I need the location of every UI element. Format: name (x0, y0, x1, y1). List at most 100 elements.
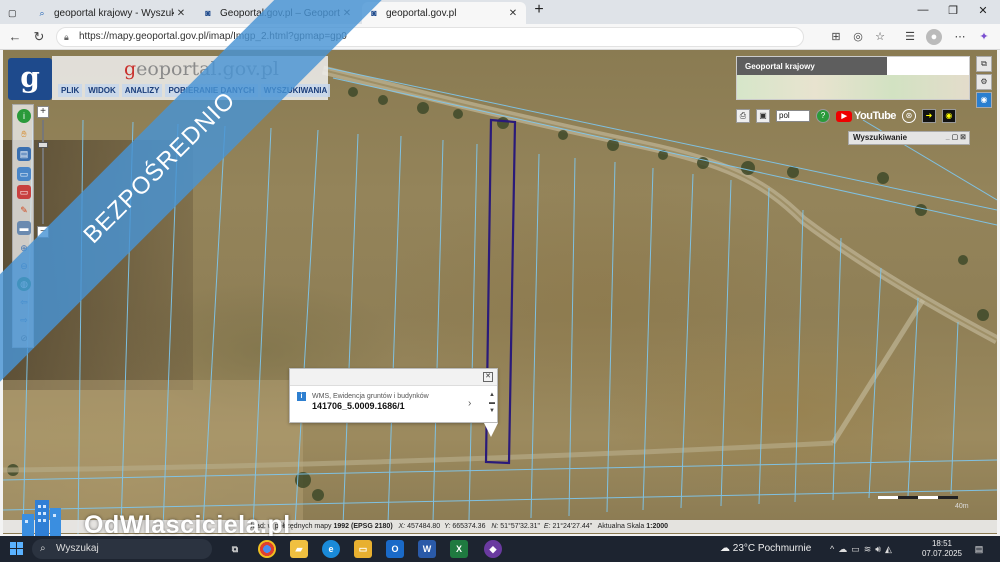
geoportal-logo[interactable]: g (8, 58, 52, 100)
notifications-icon[interactable]: ▤ (972, 542, 986, 556)
close-tab-icon[interactable]: ✕ (340, 8, 354, 19)
clear-icon[interactable]: ⊘ (17, 331, 31, 345)
overview-map[interactable]: Geoportal krajowy (736, 56, 970, 100)
help-icon[interactable]: ? (816, 109, 830, 123)
app-icon[interactable]: ◆ (484, 540, 502, 558)
zoom-box-icon[interactable]: ▭ (17, 167, 31, 181)
zoom-out-icon[interactable]: ⊖ (17, 259, 31, 273)
popup-header (290, 369, 497, 386)
tab-geoportal[interactable]: ◙ geoportal.gov.pl ✕ (362, 2, 526, 24)
edge-icon[interactable]: e (322, 540, 340, 558)
menu-pobieranie[interactable]: POBIERANIE DANYCH (165, 84, 258, 97)
zoom-plus-button[interactable]: + (37, 106, 49, 118)
info-icon[interactable]: i (17, 109, 31, 123)
app-available-icon[interactable]: ⊞ (828, 29, 844, 45)
windows-taskbar: ⌕ Wyszukaj ⧉ ▰ e ▭ O W X ◆ ☁ 23°C Pochmu… (0, 536, 1000, 562)
tab-title: geoportal.gov.pl (386, 7, 457, 19)
measure-icon[interactable]: ▬ (17, 221, 31, 235)
overview-map-image (737, 75, 969, 99)
zoom-slider[interactable]: + − (37, 106, 49, 240)
draw-pencil-icon[interactable]: ✎ (17, 203, 31, 217)
full-extent-icon[interactable]: ◍ (17, 277, 31, 291)
wifi-icon[interactable]: ≋ (864, 544, 876, 554)
chrome-icon[interactable] (258, 540, 276, 558)
menu-plik[interactable]: PLIK (58, 84, 83, 97)
tools-icon[interactable]: ⚙ (976, 74, 992, 90)
weather-widget[interactable]: ☁ 23°C Pochmurnie (720, 536, 811, 562)
print-icon[interactable]: ⎙ (736, 109, 750, 123)
menu-analizy[interactable]: ANALIZY (121, 84, 163, 97)
clock-date: 07.07.2025 (921, 549, 963, 558)
previous-view-icon[interactable]: ⇦ (17, 295, 31, 309)
search-icon: ⌕ (40, 543, 46, 554)
y-label: Y: (444, 523, 451, 530)
youtube-play-icon: ▶ (836, 110, 852, 122)
word-icon[interactable]: W (418, 540, 436, 558)
clock[interactable]: 18:51 07.07.2025 (920, 539, 964, 559)
contrast-eye-icon[interactable]: ◉ (941, 109, 956, 123)
close-tab-icon[interactable]: ✕ (174, 8, 188, 19)
task-view-icon[interactable]: ⧉ (226, 540, 244, 558)
scale-bar (878, 496, 958, 500)
favorite-star-icon[interactable]: ☆ (872, 29, 888, 45)
scale-caption: Aktualna Skala (597, 523, 645, 530)
close-window-button[interactable]: ✕ (972, 4, 994, 20)
zoom-in-icon[interactable]: ⊕ (17, 241, 31, 255)
close-tab-icon[interactable]: ✕ (506, 8, 520, 19)
youtube-link[interactable]: ▶ YouTube (836, 110, 896, 122)
tracking-prevention-icon[interactable]: ◎ (850, 29, 866, 45)
chevron-right-icon[interactable]: › (468, 398, 471, 409)
parcel-id[interactable]: 141706_5.0009.1686/1 (312, 401, 405, 411)
excel-icon[interactable]: X (450, 540, 468, 558)
chevron-up-icon[interactable]: ^ (830, 544, 838, 554)
minimize-button[interactable]: — (912, 4, 934, 20)
display-icon[interactable]: ▭ (851, 544, 864, 554)
printer-icon[interactable]: ▣ (756, 109, 770, 123)
folder-icon[interactable]: ▭ (354, 540, 372, 558)
zoom-minus-button[interactable]: − (37, 226, 49, 238)
more-menu-icon[interactable]: ⋯ (952, 29, 968, 45)
popup-scroll[interactable]: ▲ ▬ ▼ (488, 391, 496, 421)
new-tab-button[interactable]: + (528, 1, 550, 18)
onedrive-icon[interactable]: ☁ (838, 544, 851, 554)
right-side-tools: ⧉ ⚙ ◉ (976, 56, 994, 128)
accessibility-icon[interactable]: ➜ (921, 109, 936, 123)
feature-info-popup: ✕ i WMS, Ewidencja gruntów i budynków 14… (289, 368, 498, 423)
refresh-icon[interactable]: ↻ (30, 28, 48, 46)
weather-temp: 23°C (732, 543, 756, 554)
tab-actions-button[interactable]: ▢ (2, 2, 28, 24)
select-area-icon[interactable]: ▭ (17, 185, 31, 199)
search-panel-controls[interactable]: _ ▢ ⊠ (946, 132, 966, 144)
layers-icon[interactable]: ▤ (17, 147, 31, 161)
layers-toggle-icon[interactable]: ⧉ (976, 56, 992, 72)
favorites-icon[interactable]: ☰ (902, 29, 918, 45)
outlook-icon[interactable]: O (386, 540, 404, 558)
copilot-icon[interactable]: ✦ (976, 29, 992, 45)
next-view-icon[interactable]: ⇨ (17, 313, 31, 327)
url-input[interactable]: 🔒︎ https://mapy.geoportal.gov.pl/imap/Im… (56, 27, 804, 47)
geoportal-icon: ◙ (205, 8, 211, 18)
file-explorer-icon[interactable]: ▰ (290, 540, 308, 558)
view-eye-icon[interactable]: ◉ (976, 92, 992, 108)
language-select[interactable]: pol (776, 110, 810, 122)
menu-widok[interactable]: WIDOK (85, 84, 119, 97)
globe-icon[interactable]: ⊛ (901, 109, 916, 123)
profile-avatar[interactable]: ● (926, 29, 942, 45)
network-icon[interactable]: ◭ (885, 544, 896, 554)
close-icon[interactable]: ✕ (483, 372, 493, 382)
search-panel[interactable]: Wyszukiwanie _ ▢ ⊠ (848, 131, 970, 145)
start-button[interactable] (10, 542, 24, 556)
back-icon[interactable]: ← (6, 28, 24, 46)
pan-hand-icon[interactable]: ✋︎ (17, 127, 31, 141)
zoom-knob[interactable] (38, 142, 48, 148)
brand-building-icon (22, 500, 61, 540)
system-tray[interactable]: ^☁▭≋🔊︎◭ (830, 536, 896, 562)
tab-search[interactable]: ⌕ geoportal krajowy - Wyszukaj ✕ (30, 2, 194, 24)
taskbar-search-input[interactable]: ⌕ Wyszukaj (32, 539, 212, 559)
zoom-track (42, 120, 44, 224)
cloud-icon: ☁ (720, 543, 730, 554)
volume-icon[interactable]: 🔊︎ (875, 544, 885, 554)
tab-geoportal-info[interactable]: ◙ Geoportal.gov.pl – Geoportal Inf ✕ (196, 2, 360, 24)
maximize-button[interactable]: ❐ (942, 4, 964, 20)
menu-wyszukiwania[interactable]: WYSZUKIWANIA (260, 84, 331, 97)
